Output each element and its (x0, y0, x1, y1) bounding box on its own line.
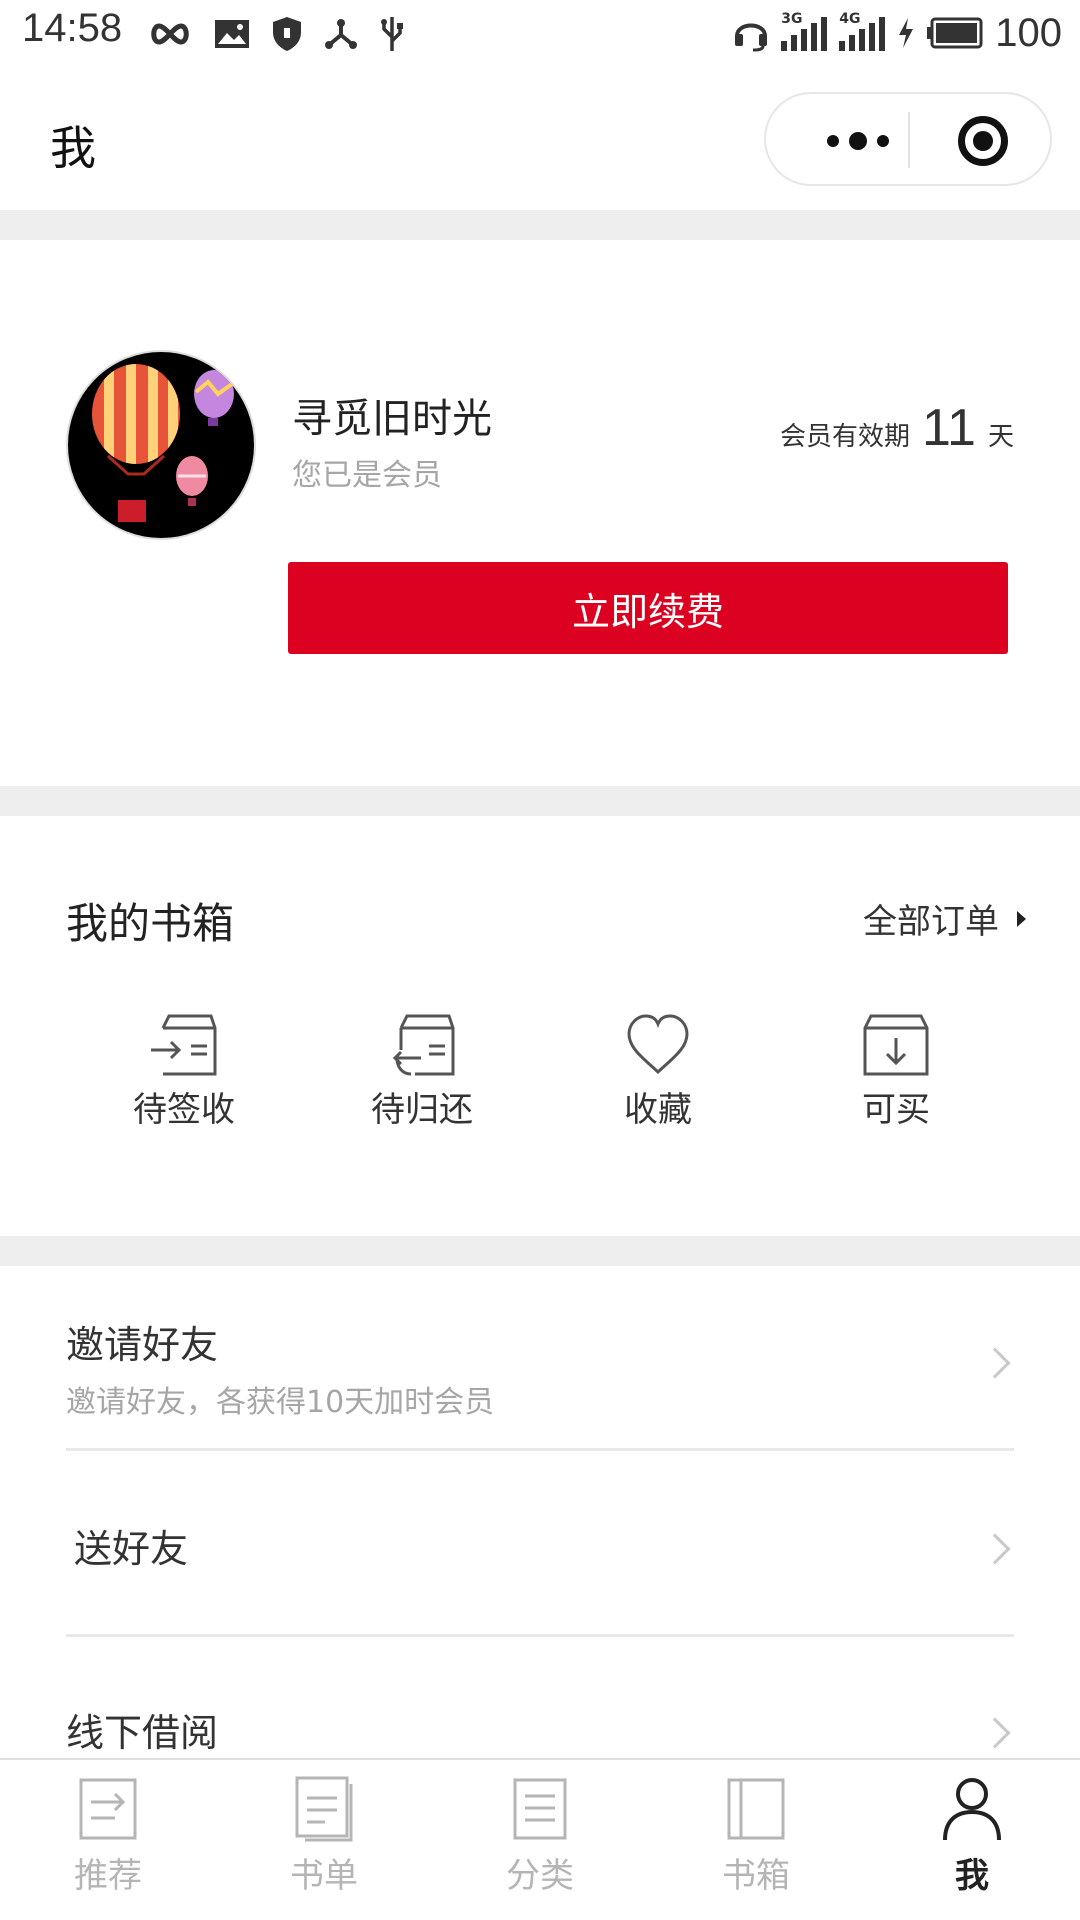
list-divider (66, 1448, 1014, 1451)
section-divider (0, 786, 1080, 816)
menu-item-subtitle: 邀请好友，各获得10天加时会员 (66, 1385, 495, 1420)
bookcase-item-label: 收藏 (624, 1090, 692, 1130)
tab-label: 推荐 (74, 1856, 142, 1896)
tab-label: 书箱 (722, 1856, 790, 1896)
all-orders-label: 全部订单 (863, 902, 999, 942)
bookcase-item-favorites[interactable]: 收藏 (588, 1010, 728, 1131)
network-icon (325, 19, 357, 49)
list-divider (66, 1634, 1014, 1637)
renew-button[interactable]: 立即续费 (288, 562, 1008, 654)
charging-icon (899, 18, 914, 48)
membership-validity: 会员有效期 11 天 (780, 398, 1014, 458)
battery-icon (927, 17, 983, 49)
headset-icon (735, 23, 768, 52)
tab-me[interactable]: 我 (902, 1774, 1042, 1897)
image-icon (215, 20, 249, 48)
username: 寻觅旧时光 (292, 396, 492, 442)
menu-item-invite-friends[interactable]: 邀请好友 邀请好友，各获得10天加时会员 (66, 1314, 1014, 1420)
bookcase-item-label: 待归还 (371, 1090, 473, 1130)
shield-icon (273, 17, 301, 51)
menu-item-title: 送好友 (74, 1527, 189, 1571)
section-divider (0, 1236, 1080, 1266)
validity-unit: 天 (987, 422, 1014, 452)
validity-days: 11 (922, 399, 976, 457)
heart-icon (627, 1014, 689, 1075)
tab-label: 我 (955, 1856, 989, 1896)
category-icon (513, 1778, 567, 1840)
recommend-icon (79, 1778, 137, 1840)
bookcase-item-label: 可买 (862, 1090, 930, 1130)
menu-item-title: 邀请好友 (66, 1323, 219, 1367)
status-right-icons: 3G 4G 100 (733, 8, 1062, 58)
member-status: 您已是会员 (292, 458, 442, 493)
person-icon (943, 1778, 1001, 1841)
tab-label: 分类 (506, 1856, 574, 1896)
avatar[interactable] (66, 350, 256, 540)
signal-3g-label: 3G (781, 11, 803, 27)
bookcase-item-pending-receipt[interactable]: 待签收 (114, 1010, 254, 1131)
bookcase-icon (727, 1778, 785, 1840)
tab-recommend[interactable]: 推荐 (38, 1774, 178, 1897)
tab-bar: 推荐 书单 分类 书箱 我 (0, 1758, 1080, 1920)
bookcase-item-label: 待签收 (133, 1090, 235, 1130)
mini-program-capsule (764, 92, 1052, 186)
menu-item-offline-borrowing[interactable]: 线下借阅 (66, 1702, 1014, 1758)
battery-level: 100 (995, 10, 1062, 55)
menu-item-title: 线下借阅 (66, 1711, 219, 1755)
status-bar: 14:58 3G 4G 100 (0, 0, 1080, 68)
tab-label: 书单 (290, 1856, 358, 1896)
booklist-icon (295, 1776, 353, 1842)
close-target-icon[interactable] (958, 116, 1008, 166)
box-return-icon (392, 1014, 455, 1076)
more-dots-icon[interactable] (808, 94, 908, 188)
tab-booklist[interactable]: 书单 (254, 1774, 394, 1897)
signal-3g-icon: 3G (781, 11, 828, 51)
nav-bar: 我 (0, 68, 1080, 210)
tab-category[interactable]: 分类 (470, 1774, 610, 1897)
validity-label: 会员有效期 (779, 422, 910, 452)
status-time: 14:58 (22, 6, 123, 50)
page-title: 我 (50, 121, 96, 175)
section-divider (0, 210, 1080, 240)
status-left-icons (148, 12, 404, 56)
hot-air-balloon-avatar (92, 364, 234, 522)
signal-4g-icon: 4G (839, 11, 886, 51)
box-download-icon (863, 1014, 929, 1076)
signal-4g-label: 4G (839, 11, 861, 27)
usb-icon (381, 17, 403, 51)
box-inbound-icon (151, 1014, 217, 1076)
capsule-divider (908, 112, 910, 168)
triangle-right-icon (1017, 910, 1026, 927)
bookcase-item-purchasable[interactable]: 可买 (826, 1010, 966, 1131)
infinity-icon (151, 23, 189, 45)
tab-bookcase[interactable]: 书箱 (686, 1774, 826, 1897)
bookcase-title: 我的书箱 (66, 899, 235, 948)
menu-item-gift-friends[interactable]: 送好友 (66, 1518, 1014, 1578)
bookcase-item-pending-return[interactable]: 待归还 (352, 1010, 492, 1131)
all-orders-link[interactable]: 全部订单 (863, 894, 1026, 943)
